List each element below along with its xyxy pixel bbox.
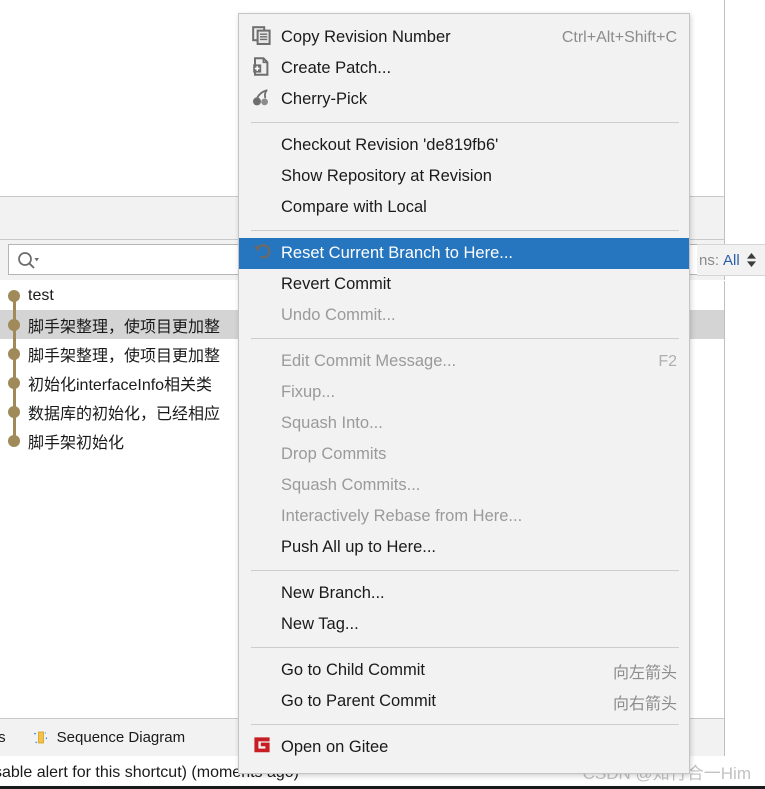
commit-context-menu[interactable]: Copy Revision Number Ctrl+Alt+Shift+C Crea…: [238, 13, 690, 774]
menu-item-label: Interactively Rebase from Here...: [281, 507, 523, 525]
menu-separator: [251, 122, 679, 123]
menu-item-label: Open on Gitee: [281, 738, 389, 756]
menu-item-icon-slot: [247, 25, 281, 50]
copy-icon: [252, 25, 271, 50]
menu-item-label: Go to Child Commit: [281, 661, 425, 679]
search-icon: [17, 251, 39, 269]
menu-item-squash-commits: Squash Commits...: [239, 470, 689, 501]
commit-subject: 数据库的初始化，已经相应: [28, 405, 221, 423]
menu-separator: [251, 230, 679, 231]
tab-sequence-diagram-label: Sequence Diagram: [56, 729, 186, 746]
menu-item-label: Revert Commit: [281, 275, 392, 293]
menu-item-icon-slot: [247, 56, 281, 81]
menu-item-icon-slot: [247, 735, 281, 760]
menu-separator: [251, 570, 679, 571]
menu-item-label: Create Patch...: [281, 59, 392, 77]
menu-item-label: Edit Commit Message...: [281, 352, 457, 370]
reset-undo-icon: [252, 241, 272, 266]
menu-item-label: Reset Current Branch to Here...: [281, 244, 514, 262]
menu-item-fixup: Fixup...: [239, 377, 689, 408]
menu-item-new-tag[interactable]: New Tag...: [239, 609, 689, 640]
menu-item-shortcut: F2: [658, 352, 677, 370]
cherry-pick-icon: [252, 88, 271, 112]
tab-sequence-diagram[interactable]: Sequence Diagram: [32, 729, 185, 747]
menu-item-icon-slot: [247, 88, 281, 112]
spinner-arrows-icon[interactable]: [745, 251, 758, 269]
create-patch-icon: [252, 56, 271, 81]
menu-item-push-all-up-to-here[interactable]: Push All up to Here...: [239, 532, 689, 563]
menu-item-new-branch[interactable]: New Branch...: [239, 578, 689, 609]
menu-item-label: Undo Commit...: [281, 306, 396, 324]
menu-item-label: Cherry-Pick: [281, 90, 368, 108]
sequence-diagram-icon: [32, 729, 50, 747]
menu-item-label: Go to Parent Commit: [281, 692, 436, 710]
tab-commits[interactable]: ts: [0, 729, 6, 746]
menu-item-label: Copy Revision Number: [281, 28, 451, 46]
commit-graph-node: [8, 435, 20, 447]
branch-filter-label: ns:: [699, 251, 720, 269]
menu-item-reset-current-branch-to-here[interactable]: Reset Current Branch to Here...: [239, 238, 689, 269]
menu-item-label: New Tag...: [281, 615, 359, 633]
commit-graph-node: [8, 348, 20, 360]
menu-item-interactively-rebase-from-here: Interactively Rebase from Here...: [239, 501, 689, 532]
commit-graph-cell: [0, 368, 28, 397]
menu-item-revert-commit[interactable]: Revert Commit: [239, 269, 689, 300]
commit-graph-node: [8, 377, 20, 389]
branch-filter-value: All: [723, 251, 740, 269]
menu-item-label: Squash Commits...: [281, 476, 421, 494]
menu-item-drop-commits: Drop Commits: [239, 439, 689, 470]
commit-graph-cell: [0, 310, 28, 339]
commit-subject: 初始化interfaceInfo相关类: [28, 376, 213, 394]
menu-item-undo-commit: Undo Commit...: [239, 300, 689, 331]
menu-item-shortcut: Ctrl+Alt+Shift+C: [561, 28, 677, 46]
menu-item-checkout-revision-de819fb6[interactable]: Checkout Revision 'de819fb6': [239, 130, 689, 161]
menu-item-label: Checkout Revision 'de819fb6': [281, 136, 499, 154]
menu-item-label: Squash Into...: [281, 414, 383, 432]
commit-graph-node: [8, 319, 20, 331]
menu-item-go-to-child-commit[interactable]: Go to Child Commit 向左箭头: [239, 655, 689, 686]
commit-graph-node: [8, 406, 20, 418]
commit-subject: 脚手架初始化: [28, 434, 125, 452]
menu-item-icon-slot: [247, 241, 281, 266]
menu-separator: [251, 338, 679, 339]
commit-subject: test: [28, 286, 54, 304]
commit-graph-cell: [0, 397, 28, 426]
menu-item-open-on-gitee[interactable]: Open on Gitee: [239, 732, 689, 763]
menu-item-label: Drop Commits: [281, 445, 387, 463]
menu-item-label: New Branch...: [281, 584, 385, 602]
commit-graph-cell: [0, 426, 28, 455]
menu-item-label: Fixup...: [281, 383, 336, 401]
menu-separator: [251, 724, 679, 725]
menu-item-shortcut: 向左箭头: [612, 664, 677, 682]
menu-item-label: Push All up to Here...: [281, 538, 437, 556]
menu-item-label: Show Repository at Revision: [281, 167, 492, 185]
menu-item-show-repository-at-revision[interactable]: Show Repository at Revision: [239, 161, 689, 192]
menu-item-create-patch[interactable]: Create Patch...: [239, 53, 689, 84]
commit-graph-cell: [0, 281, 28, 310]
commit-graph-cell: [0, 339, 28, 368]
menu-item-copy-revision-number[interactable]: Copy Revision Number Ctrl+Alt+Shift+C: [239, 22, 689, 53]
branch-filter-control[interactable]: ns: All: [697, 244, 765, 276]
menu-item-go-to-parent-commit[interactable]: Go to Parent Commit 向右箭头: [239, 686, 689, 717]
gitee-icon: [252, 735, 272, 760]
menu-item-edit-commit-message: Edit Commit Message... F2: [239, 346, 689, 377]
menu-item-cherry-pick[interactable]: Cherry-Pick: [239, 84, 689, 115]
menu-item-shortcut: 向右箭头: [612, 695, 677, 713]
menu-item-squash-into: Squash Into...: [239, 408, 689, 439]
commit-subject: 脚手架整理，使项目更加整: [28, 347, 221, 365]
commit-subject: 脚手架整理，使项目更加整: [28, 318, 221, 336]
menu-separator: [251, 647, 679, 648]
menu-item-compare-with-local[interactable]: Compare with Local: [239, 192, 689, 223]
menu-item-label: Compare with Local: [281, 198, 427, 216]
commit-graph-node: [8, 290, 20, 302]
